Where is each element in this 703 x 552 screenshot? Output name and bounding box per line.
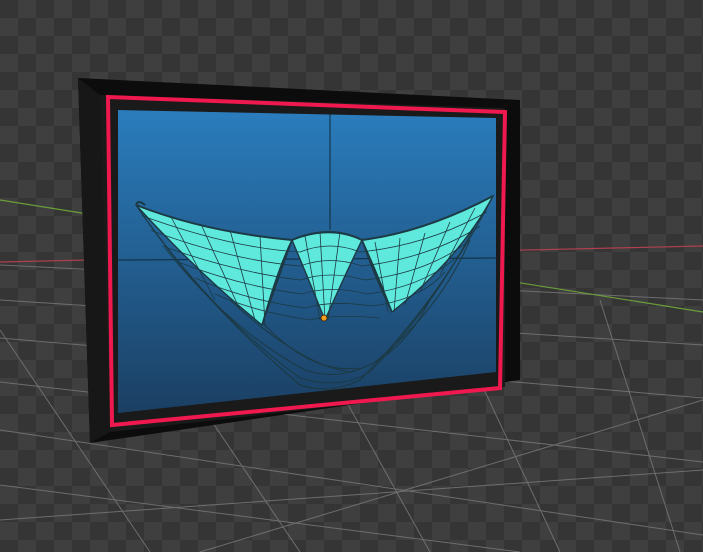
3d-viewport[interactable] [0, 0, 703, 552]
origin-point[interactable] [320, 314, 328, 322]
